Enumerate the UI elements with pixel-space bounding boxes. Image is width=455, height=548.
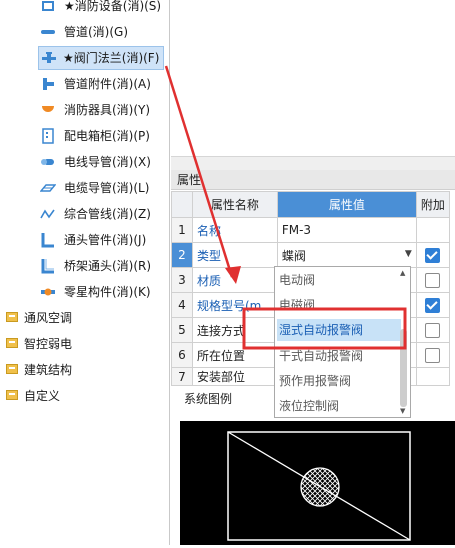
- annotation-overlay: [164, 65, 407, 350]
- annotation-arrow-line: [164, 65, 234, 278]
- annotation-highlight-box: [242, 307, 407, 350]
- annotation-arrowhead-icon: [225, 266, 241, 284]
